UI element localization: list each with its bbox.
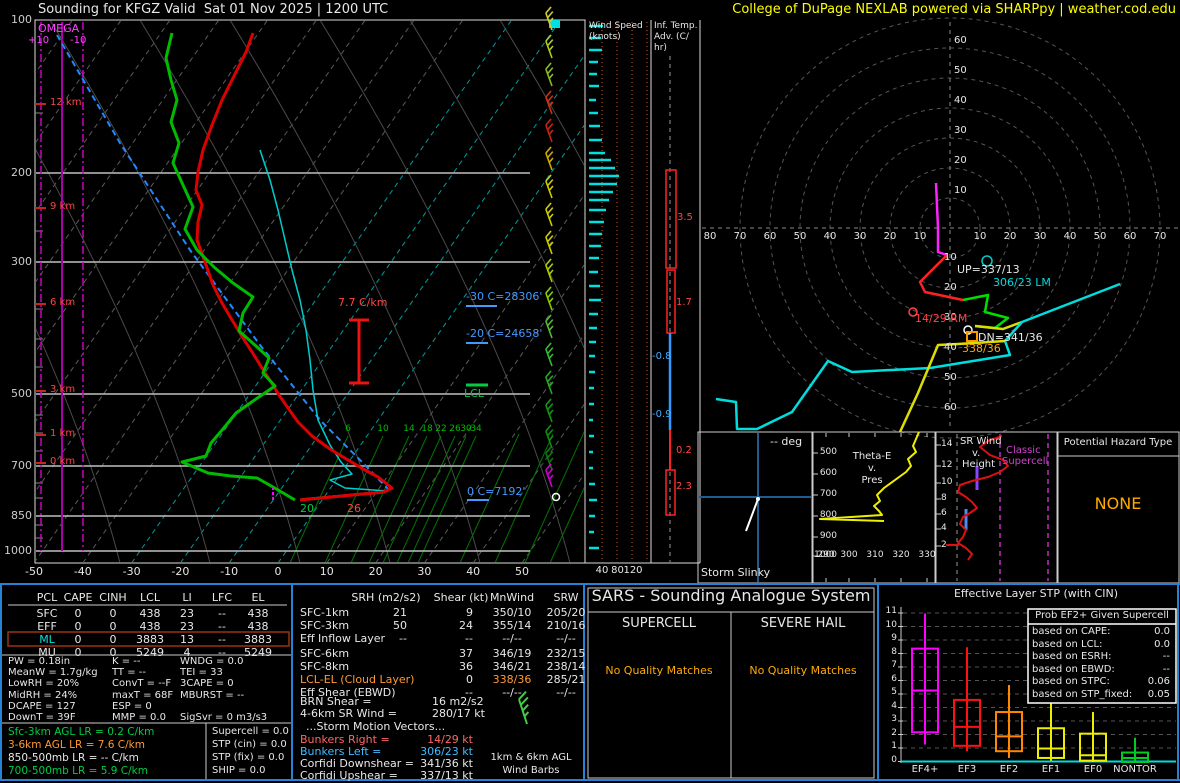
srwind-classic-1: Classic [1006,445,1041,456]
hazard-value: NONE [1094,494,1142,513]
adv-panel-title-2: Adv. (C/ [654,32,689,42]
sars-supercell-header[interactable]: SUPERCELL [622,617,696,631]
omega-minus-label: -10 [70,35,87,46]
omega-plus-label: +10 [28,35,50,46]
omega-title: OMEGA [38,22,80,35]
stp-prob-box-title: Prob EF2+ Given Supercell [1035,610,1169,621]
adv-panel-title-1: Inf. Temp. [654,21,698,31]
thetae-title-3: Pres [861,475,883,486]
storm-motion-vectors-title: ...Storm Motion Vectors... [306,720,446,733]
sars-hail-header[interactable]: SEVERE HAIL [761,617,846,631]
static-labels: Sounding for KFGZ Valid Sat 01 Nov 2025 … [0,0,1180,783]
srwind-title-2: v. [972,448,981,459]
credit-link[interactable]: College of DuPage NEXLAB powered via SHA… [732,3,1176,17]
slinky-deg-readout: -- deg [770,435,803,448]
srwind-classic-2: Supercell [1002,456,1049,467]
hodo-right-mover: 14/29 RM [915,312,968,325]
lcl-label: LCL [464,387,484,400]
stp-panel-title: Effective Layer STP (with CIN) [953,587,1119,600]
thetae-title-1: Theta-E [852,451,892,462]
sfc-dewpoint-value: 20 [300,502,314,515]
barb-caption-1: 1km & 6km AGL [490,752,572,763]
brn-shear-value: 16 m2/s2 [432,695,484,708]
sharppy-sounding-app: { "header": { "title": "Sounding for KFG… [0,0,1180,783]
sars-title: SARS - Sounding Analogue System [591,586,871,605]
hazard-panel-title: Potential Hazard Type [1063,437,1173,448]
srwind-title-1: SR Wind [960,436,1002,447]
minus20-level-label: -20 C=24658' [466,327,543,340]
lapse-rate-annotation: 7.7 C/km [338,296,388,309]
brn-shear-label: BRN Shear = [300,695,372,708]
zero-level-label: 0 C=7192' [467,485,526,498]
srw46-value: 280/17 kt [432,707,485,720]
srwind-title-3: Height [962,459,996,470]
hodo-up-vector: UP=337/13 [957,263,1020,276]
wind-panel-title-2: (knots) [589,32,621,42]
hodo-left-mover: 306/23 LM [993,276,1051,289]
barb-caption-2: Wind Barbs [502,765,560,776]
window-title: Sounding for KFGZ Valid Sat 01 Nov 2025 … [38,2,389,17]
minus30-level-label: -30 C=28306' [466,290,543,303]
thetae-title-2: v. [867,463,877,474]
sars-supercell-message: No Quality Matches [605,664,713,677]
slinky-panel-label: Storm Slinky [701,566,771,579]
hodo-cloud-layer-vector: 338/36 [962,342,1001,355]
wind-panel-title-1: Wind Speed [589,21,643,31]
srw46-label: 4-6km SR Wind = [300,707,398,720]
adv-panel-title-3: hr) [654,43,667,53]
sfc-temp-value: 26 [347,502,361,515]
sars-hail-message: No Quality Matches [749,664,857,677]
